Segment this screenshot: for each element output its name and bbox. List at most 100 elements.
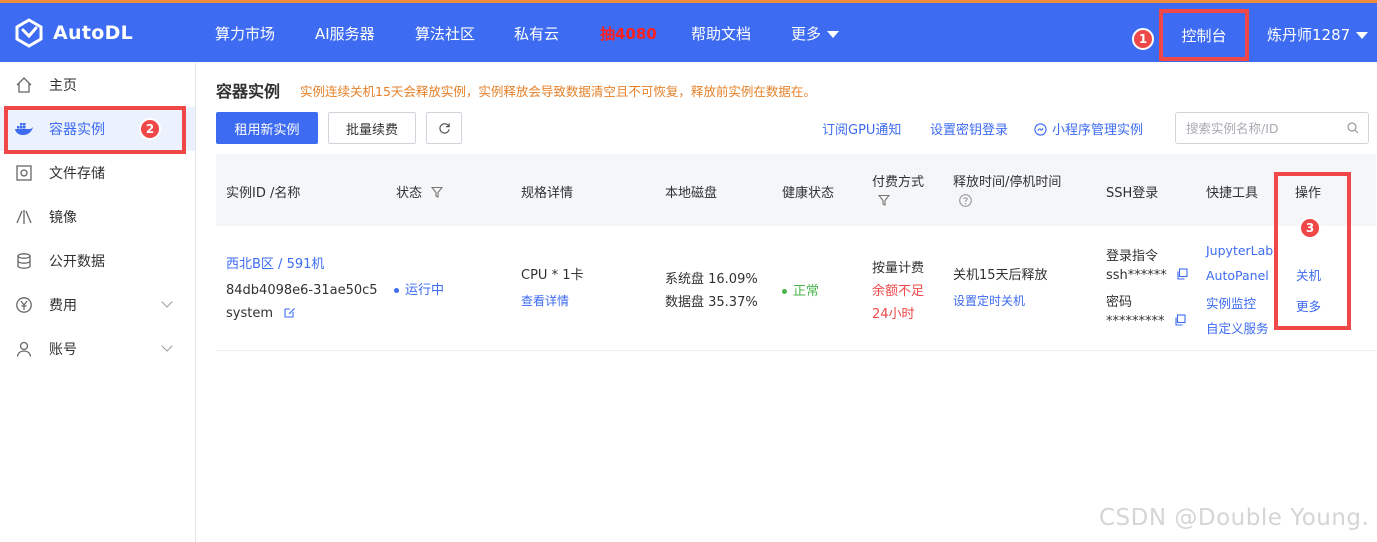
database-icon [14, 251, 34, 271]
sidebar-item-images[interactable]: 镜像 [0, 195, 195, 239]
col-quick-tools: 快捷工具 [1206, 186, 1259, 201]
brand-logo[interactable]: AutoDL [14, 17, 133, 49]
ssh-command: ssh****** [1106, 268, 1188, 283]
username: 炼丹师1287 [1267, 26, 1351, 44]
nav-more-label: 更多 [791, 25, 822, 43]
edit-icon[interactable] [283, 306, 296, 319]
copy-icon[interactable] [1176, 268, 1188, 280]
sidebar-item-label: 文件存储 [49, 166, 105, 182]
spec-value: CPU * 1卡 [521, 268, 584, 283]
health-dot-icon [782, 289, 787, 294]
health-text: 正常 [793, 284, 820, 299]
caret-down-icon [827, 31, 840, 38]
search-input[interactable] [1186, 119, 1336, 137]
release-time: 关机15天后释放 [953, 268, 1048, 283]
row-divider [216, 350, 1376, 351]
yen-icon [14, 295, 34, 315]
release-warning: 实例连续关机15天会释放实例，实例释放会导致数据清空且不可恢复，释放前实例在数据… [300, 84, 816, 99]
image-icon [14, 207, 34, 227]
instance-id: 84db4098e6-31ae50c5 [226, 283, 378, 298]
col-instance-id: 实例ID /名称 [226, 186, 301, 201]
col-status-label: 状态 [396, 186, 423, 201]
status-dot-icon [394, 288, 399, 293]
password: ********* [1106, 314, 1186, 329]
sidebar-item-account[interactable]: 账号 [0, 327, 195, 371]
instance-name-text: system [226, 306, 273, 321]
billing-mode: 按量计费 [872, 261, 925, 276]
col-billing: 付费方式 [872, 175, 925, 190]
password-label: 密码 [1106, 295, 1133, 310]
ssh-command-label: 登录指令 [1106, 249, 1159, 264]
col-health: 健康状态 [782, 186, 835, 201]
nav-compute-market[interactable]: 算力市场 [215, 23, 275, 44]
instance-search [1175, 112, 1369, 144]
autodl-logo-icon [15, 18, 43, 48]
console-button[interactable]: 控制台 [1159, 9, 1249, 61]
instance-region-link[interactable]: 西北B区 / 591机 [226, 253, 324, 272]
top-navbar: AutoDL 算力市场 AI服务器 算法社区 私有云 抽4080 帮助文档 更多… [0, 0, 1377, 62]
chevron-down-icon [161, 296, 173, 308]
batch-renew-button[interactable]: 批量续费 [328, 112, 416, 144]
page-title: 容器实例 [216, 82, 281, 101]
annotation-badge-2: 2 [139, 118, 161, 140]
console-label: 控制台 [1181, 26, 1227, 45]
ssh-command-text: ssh****** [1106, 268, 1167, 283]
view-details-link[interactable]: 查看详情 [521, 292, 569, 309]
col-spec: 规格详情 [521, 186, 574, 201]
copy-icon[interactable] [1174, 314, 1186, 326]
home-icon [14, 75, 34, 95]
nav-lottery-4080[interactable]: 抽4080 [600, 23, 657, 44]
rent-new-instance-label: 租用新实例 [234, 122, 300, 138]
sidebar-item-file-storage[interactable]: 文件存储 [0, 151, 195, 195]
tool-jupyterlab-link[interactable]: JupyterLab [1206, 243, 1273, 258]
nav-algorithm-community[interactable]: 算法社区 [415, 23, 475, 44]
caret-down-icon [1356, 32, 1369, 39]
tool-autopanel-link[interactable]: AutoPanel [1206, 268, 1269, 283]
ssh-key-login-link[interactable]: 设置密钥登录 [930, 119, 1008, 138]
search-icon[interactable] [1347, 122, 1359, 134]
nav-more[interactable]: 更多 [791, 23, 840, 44]
col-ssh-login: SSH登录 [1106, 186, 1159, 201]
chevron-down-icon [161, 340, 173, 352]
watermark: CSDN @Double Young. [1099, 505, 1370, 531]
brand-name: AutoDL [53, 22, 134, 44]
schedule-shutdown-link[interactable]: 设置定时关机 [953, 292, 1025, 309]
tool-custom-service-link[interactable]: 自定义服务 [1206, 318, 1269, 337]
user-menu[interactable]: 炼丹师1287 [1267, 24, 1369, 45]
filter-icon[interactable] [431, 186, 444, 198]
nav-ai-server[interactable]: AI服务器 [315, 23, 375, 44]
nav-private-cloud[interactable]: 私有云 [514, 23, 559, 44]
tool-instance-monitor-link[interactable]: 实例监控 [1206, 293, 1256, 312]
health-status: 正常 [782, 280, 819, 299]
main-content: 容器实例 实例连续关机15天会释放实例，实例释放会导致数据清空且不可恢复，释放前… [196, 62, 1377, 542]
balance-warning: 余额不足 [872, 284, 925, 299]
balance-warning-hours: 24小时 [872, 307, 915, 322]
refresh-icon [438, 122, 450, 134]
sidebar-item-billing[interactable]: 费用 [0, 283, 195, 327]
table-header: 实例ID /名称 状态 规格详情 本地磁盘 健康状态 付费方式 释放时间/停机时… [216, 154, 1376, 226]
filter-icon[interactable] [878, 194, 890, 206]
annotation-badge-1: 1 [1132, 28, 1154, 50]
sidebar-item-label: 公开数据 [49, 254, 105, 270]
gpu-notify-link[interactable]: 订阅GPU通知 [822, 119, 901, 138]
rent-new-instance-button[interactable]: 租用新实例 [216, 112, 318, 144]
sidebar-item-label: 费用 [49, 298, 77, 314]
col-status: 状态 [396, 182, 444, 201]
sidebar-item-home[interactable]: 主页 [0, 63, 195, 107]
nav-help-docs[interactable]: 帮助文档 [691, 23, 751, 44]
annotation-badge-3: 3 [1299, 217, 1321, 239]
highlight-box-operations [1274, 172, 1351, 330]
sidebar-item-label: 镜像 [49, 210, 77, 226]
mini-program-link[interactable]: 小程序管理实例 [1034, 119, 1143, 138]
refresh-button[interactable] [426, 112, 462, 144]
status-running: 运行中 [394, 279, 444, 298]
storage-icon [14, 163, 34, 183]
sidebar-item-label: 主页 [49, 78, 77, 94]
data-disk-usage: 数据盘 35.37% [665, 295, 758, 310]
mini-program-icon [1034, 123, 1047, 136]
password-text: ********* [1106, 314, 1165, 329]
help-icon[interactable] [959, 194, 972, 207]
mini-program-label: 小程序管理实例 [1052, 123, 1144, 138]
sidebar-item-public-data[interactable]: 公开数据 [0, 239, 195, 283]
batch-renew-label: 批量续费 [345, 122, 398, 138]
